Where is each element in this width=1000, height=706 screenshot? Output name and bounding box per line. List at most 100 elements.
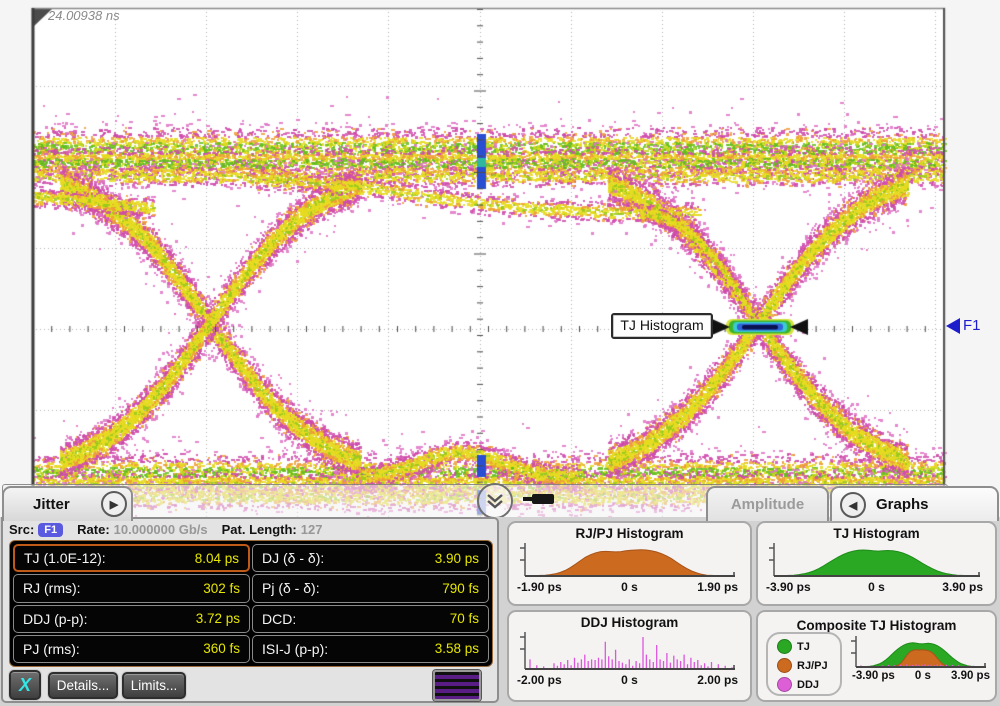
measurement-value: 360 fs [203, 641, 240, 656]
measurement-label: ISI-J (p-p): [262, 641, 328, 657]
tab-amplitude[interactable]: Amplitude [706, 486, 829, 521]
tj-histogram-chart [766, 541, 984, 579]
ddj-histogram-panel[interactable]: DDJ Histogram -2.00 ps 0 s 2.00 ps [507, 610, 752, 702]
tj-histogram-marker-label[interactable]: TJ Histogram [611, 313, 713, 339]
measurement-cell-pj-rms[interactable]: PJ (rms): 360 fs [13, 635, 250, 663]
ddj-histogram-title: DDJ Histogram [509, 615, 750, 630]
play-button[interactable]: ▶ [101, 491, 127, 517]
rjpj-xaxis-labels: -1.90 ps 0 s 1.90 ps [509, 580, 750, 594]
tj-histogram-panel[interactable]: TJ Histogram -3.90 ps 0 s 3.90 ps [756, 521, 997, 606]
composite-chart-area: -3.90 ps 0 s 3.90 ps [848, 634, 994, 682]
measurement-cell-dj[interactable]: DJ (δ - δ): 3.90 ps [252, 544, 489, 572]
collapse-panel-button[interactable] [477, 483, 513, 519]
source-info-row: Src: F1 Rate: 10.000000 Gb/s Pat. Length… [9, 521, 336, 538]
tab-graphs-label: Graphs [876, 496, 929, 513]
close-x-icon: X [19, 675, 31, 696]
rjpj-histogram-title: RJ/PJ Histogram [509, 526, 750, 541]
x-tick-label: 3.90 ps [951, 670, 990, 682]
composite-histogram-chart [848, 634, 990, 670]
measurement-cell-rj[interactable]: RJ (rms): 302 fs [13, 574, 250, 602]
x-tick-label: -2.00 ps [517, 673, 562, 687]
x-tick-label: 2.00 ps [697, 673, 738, 687]
back-arrow-button[interactable]: ◀ [840, 492, 866, 518]
tab-graphs[interactable]: ◀ Graphs [830, 486, 999, 521]
rjpj-legend-dot-icon [777, 658, 792, 673]
legend-item-ddj: DDJ [777, 677, 840, 692]
ddj-histogram-chart [517, 630, 739, 672]
measurement-label: DCD: [262, 611, 296, 627]
x-tick-label: 0 s [915, 670, 931, 682]
eye-diagram-plot[interactable]: 24.00938 ns TJ Histogram F1 [0, 0, 1000, 520]
measurement-label: PJ (rms): [23, 641, 80, 657]
x-tick-label: 3.90 ps [942, 580, 983, 594]
measurement-value: 3.90 ps [435, 551, 479, 566]
measurement-cell-ddj[interactable]: DDJ (p-p): 3.72 ps [13, 605, 250, 633]
f1-trace-marker[interactable]: F1 [946, 317, 981, 334]
measurement-value: 70 fs [450, 611, 479, 626]
back-arrow-icon: ◀ [849, 499, 857, 512]
composite-histogram-title: Composite TJ Histogram [758, 618, 995, 633]
measurement-value: 790 fs [442, 581, 479, 596]
ddj-xaxis-labels: -2.00 ps 0 s 2.00 ps [509, 673, 750, 687]
rjpj-histogram-chart [517, 541, 739, 579]
f1-arrow-icon [946, 318, 960, 334]
composite-legend: TJ RJ/PJ DDJ [766, 632, 842, 696]
bar-drag-handle[interactable] [532, 494, 554, 504]
x-tick-label: -3.90 ps [766, 580, 811, 594]
measurement-label: DDJ (p-p): [23, 611, 88, 627]
measurement-value: 8.04 ps [195, 551, 239, 566]
src-f1-badge[interactable]: F1 [38, 523, 63, 537]
ddj-legend-dot-icon [777, 677, 792, 692]
tab-jitter-label: Jitter [33, 496, 70, 513]
graphs-region: RJ/PJ Histogram -1.90 ps 0 s 1.90 ps TJ … [502, 517, 999, 706]
display-style-button[interactable] [433, 670, 481, 701]
pat-length-label: Pat. Length: [222, 522, 297, 537]
measurement-label: Pj (δ - δ): [262, 580, 320, 596]
double-chevron-down-icon [485, 493, 505, 510]
eye-diagram-canvas[interactable] [0, 0, 1000, 520]
src-label: Src: [9, 522, 34, 537]
x-tick-label: -1.90 ps [517, 580, 562, 594]
jitter-panel: Src: F1 Rate: 10.000000 Gb/s Pat. Length… [1, 517, 499, 703]
measurement-value: 302 fs [203, 581, 240, 596]
measurement-label: TJ (1.0E-12): [24, 550, 106, 566]
rate-value: 10.000000 Gb/s [114, 522, 208, 537]
x-tick-label: 0 s [868, 580, 885, 594]
x-tick-label: 0 s [621, 673, 638, 687]
tab-amplitude-label: Amplitude [731, 496, 804, 513]
measurement-label: RJ (rms): [23, 580, 81, 596]
composite-tj-histogram-panel[interactable]: Composite TJ Histogram TJ RJ/PJ DDJ [756, 610, 997, 702]
rate-label: Rate: [77, 522, 110, 537]
tj-histogram-title: TJ Histogram [758, 526, 995, 541]
close-button[interactable]: X [9, 670, 41, 700]
legend-item-tj: TJ [777, 639, 840, 654]
x-tick-label: 1.90 ps [697, 580, 738, 594]
composite-xaxis-labels: -3.90 ps 0 s 3.90 ps [848, 670, 994, 682]
rjpj-histogram-panel[interactable]: RJ/PJ Histogram -1.90 ps 0 s 1.90 ps [507, 521, 752, 606]
pat-length-value: 127 [301, 522, 323, 537]
f1-marker-label: F1 [963, 317, 981, 334]
legend-item-rjpj: RJ/PJ [777, 658, 840, 673]
measurement-cell-isij[interactable]: ISI-J (p-p): 3.58 ps [252, 635, 489, 663]
x-tick-label: 0 s [621, 580, 638, 594]
details-button[interactable]: Details... [48, 672, 118, 699]
tj-xaxis-labels: -3.90 ps 0 s 3.90 ps [758, 580, 995, 594]
measurement-cell-tj[interactable]: TJ (1.0E-12): 8.04 ps [13, 544, 250, 572]
measurement-readout-box: TJ (1.0E-12): 8.04 ps DJ (δ - δ): 3.90 p… [9, 540, 493, 667]
measurement-cell-pj-dd[interactable]: Pj (δ - δ): 790 fs [252, 574, 489, 602]
x-tick-label: -3.90 ps [852, 670, 895, 682]
measurement-cell-dcd[interactable]: DCD: 70 fs [252, 605, 489, 633]
tab-jitter[interactable]: Jitter ▶ [2, 486, 133, 521]
legend-label: RJ/PJ [797, 660, 828, 672]
timebase-label: 24.00938 ns [48, 8, 120, 23]
play-icon: ▶ [110, 498, 118, 511]
tj-legend-dot-icon [777, 639, 792, 654]
legend-label: TJ [797, 641, 810, 653]
measurement-value: 3.72 ps [196, 611, 240, 626]
jitter-footer-row: X Details... Limits... [9, 670, 495, 702]
limits-button[interactable]: Limits... [122, 672, 186, 699]
bottom-strip: Src: F1 Rate: 10.000000 Gb/s Pat. Length… [0, 517, 1000, 706]
legend-label: DDJ [797, 679, 819, 691]
measurement-label: DJ (δ - δ): [262, 550, 324, 566]
measurement-value: 3.58 ps [435, 641, 479, 656]
